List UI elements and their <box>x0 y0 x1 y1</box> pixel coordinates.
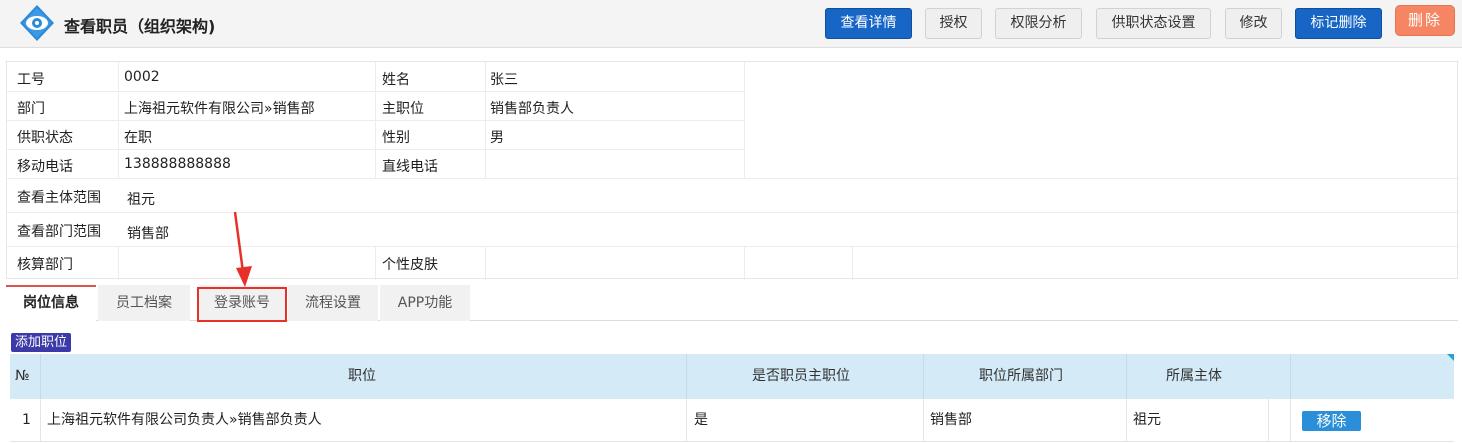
view-details-button[interactable]: 查看详情 <box>825 8 912 39</box>
department-value: 上海祖元软件有限公司»销售部 <box>124 101 315 117</box>
eye-logo-icon <box>20 5 54 41</box>
edit-button[interactable]: 修改 <box>1225 8 1282 39</box>
employment-status-settings-button[interactable]: 供职状态设置 <box>1096 8 1211 39</box>
table-header: № 职位 是否职员主职位 职位所属部门 所属主体 <box>10 354 1454 399</box>
remove-position-button[interactable]: 移除 <box>1302 411 1361 431</box>
department-scope-label: 查看部门范围 <box>17 224 101 240</box>
tab-bar: 岗位信息 员工档案 登录账号 流程设置 APP功能 <box>6 285 1458 321</box>
row-position: 上海祖元软件有限公司负责人»销售部负责人 <box>47 412 322 428</box>
entity-scope-label: 查看主体范围 <box>17 190 101 206</box>
row-department: 销售部 <box>930 412 972 428</box>
tab-position-info[interactable]: 岗位信息 <box>6 285 96 321</box>
tab-app-features[interactable]: APP功能 <box>380 285 470 321</box>
employee-info-panel: 工号 0002 姓名 张三 部门 上海祖元软件有限公司»销售部 主职位 销售部负… <box>6 61 1459 280</box>
main-position-value: 销售部负责人 <box>490 101 574 117</box>
corner-marker-icon <box>1447 354 1454 361</box>
page-header: 查看职员（组织架构) 查看详情 授权 权限分析 供职状态设置 修改 标记删除 删… <box>0 0 1462 48</box>
name-value: 张三 <box>490 72 518 88</box>
gender-label: 性别 <box>382 130 410 146</box>
department-label: 部门 <box>17 101 45 117</box>
table-row: 1 上海祖元软件有限公司负责人»销售部负责人 是 销售部 祖元 移除 <box>10 399 1454 442</box>
row-number: 1 <box>22 412 31 428</box>
employment-status-label: 供职状态 <box>17 130 73 146</box>
column-header-entity: 所属主体 <box>1166 368 1222 384</box>
tab-login-account[interactable]: 登录账号 <box>198 285 286 321</box>
page-title: 查看职员（组织架构) <box>64 17 216 36</box>
employment-status-value: 在职 <box>124 130 152 146</box>
gender-value: 男 <box>490 130 504 146</box>
column-header-number: № <box>15 368 30 384</box>
delete-button[interactable]: 删除 <box>1395 5 1455 36</box>
mobile-value: 138888888888 <box>124 156 231 172</box>
entity-scope-value: 祖元 <box>127 192 155 208</box>
row-entity: 祖元 <box>1133 412 1161 428</box>
positions-table: № 职位 是否职员主职位 职位所属部门 所属主体 1 上海祖元软件有限公司负责人… <box>10 354 1454 442</box>
accounting-department-label: 核算部门 <box>17 257 73 273</box>
column-header-position: 职位 <box>348 368 376 384</box>
mark-delete-button[interactable]: 标记删除 <box>1295 8 1382 39</box>
skin-label: 个性皮肤 <box>382 257 438 273</box>
employee-id-value: 0002 <box>124 69 160 85</box>
column-header-is-main: 是否职员主职位 <box>752 368 850 384</box>
main-position-label: 主职位 <box>382 101 424 117</box>
tab-workflow-settings[interactable]: 流程设置 <box>288 285 378 321</box>
department-scope-value: 销售部 <box>127 226 169 242</box>
add-position-button[interactable]: 添加职位 <box>11 333 72 352</box>
tab-employee-file[interactable]: 员工档案 <box>98 285 190 321</box>
row-is-main: 是 <box>694 412 708 428</box>
employee-id-label: 工号 <box>17 72 45 88</box>
column-header-department: 职位所属部门 <box>979 368 1063 384</box>
name-label: 姓名 <box>382 72 410 88</box>
mobile-label: 移动电话 <box>17 159 73 175</box>
annotation-arrow-icon <box>233 211 252 287</box>
permission-analysis-button[interactable]: 权限分析 <box>995 8 1082 39</box>
direct-phone-label: 直线电话 <box>382 159 438 175</box>
authorize-button[interactable]: 授权 <box>925 8 982 39</box>
